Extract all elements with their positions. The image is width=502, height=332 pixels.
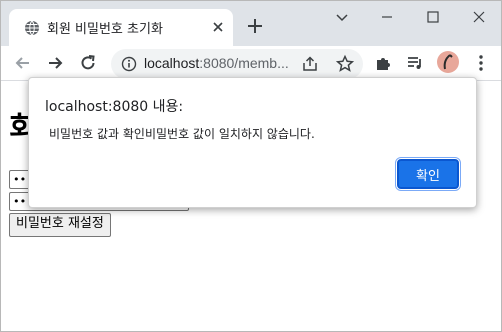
tab-title: 회원 비밀번호 초기화	[47, 22, 163, 37]
reload-icon[interactable]	[78, 53, 98, 73]
browser-tab[interactable]: 회원 비밀번호 초기화	[9, 9, 233, 46]
url-path: :8080/memb...	[199, 55, 289, 71]
tab-strip: 회원 비밀번호 초기화	[1, 1, 501, 46]
ok-button[interactable]: 확인	[395, 157, 461, 191]
forward-icon[interactable]	[45, 53, 65, 73]
info-icon[interactable]	[121, 56, 137, 72]
profile-avatar-icon	[443, 54, 453, 70]
browser-window: 회원 비밀번호 초기화 localhost:8080/memb... 회 •••…	[0, 0, 502, 332]
back-icon[interactable]	[13, 53, 33, 73]
more-menu-icon[interactable]	[471, 53, 491, 73]
bookmark-star-icon[interactable]	[335, 54, 355, 74]
url-host: localhost	[144, 55, 200, 71]
tab-close-icon[interactable]	[211, 20, 225, 34]
reset-password-button[interactable]: 비밀번호 재설정	[9, 213, 111, 237]
url-text: localhost:8080/memb...	[144, 55, 289, 71]
extensions-icon[interactable]	[373, 53, 393, 73]
address-bar[interactable]: localhost:8080/memb...	[111, 49, 363, 79]
close-icon[interactable]	[471, 9, 487, 25]
alert-dialog: localhost:8080 내용: 비밀번호 값과 확인비밀번호 값이 일치하…	[28, 77, 477, 208]
media-controls-icon[interactable]	[405, 53, 425, 73]
minimize-icon[interactable]	[379, 9, 395, 25]
new-tab-icon[interactable]	[246, 17, 264, 35]
tab-search-chevron-icon[interactable]	[334, 9, 350, 25]
profile-avatar[interactable]	[437, 51, 459, 73]
globe-icon	[25, 20, 39, 36]
maximize-icon[interactable]	[425, 9, 441, 25]
share-icon[interactable]	[301, 55, 319, 73]
dialog-message: 비밀번호 값과 확인비밀번호 값이 일치하지 않습니다.	[49, 127, 315, 141]
dialog-title: localhost:8080 내용:	[45, 99, 184, 115]
browser-toolbar: localhost:8080/memb...	[1, 46, 501, 81]
